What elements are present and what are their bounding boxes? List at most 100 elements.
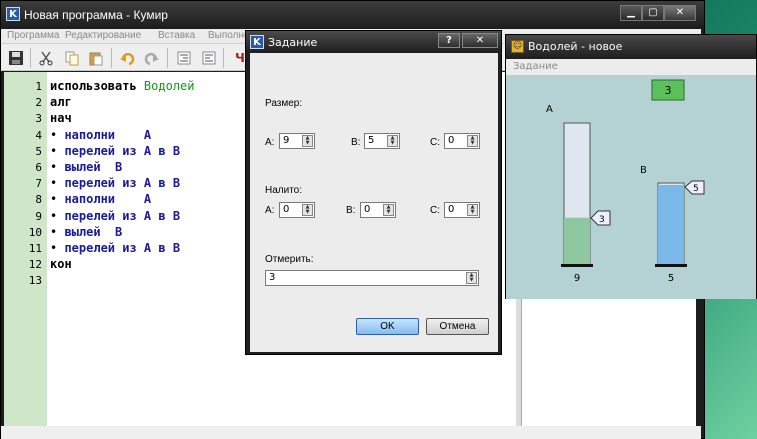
goal-value: 3 xyxy=(665,84,672,97)
spin-arrows-icon[interactable]: ▲ ▼ xyxy=(302,135,313,147)
cut-icon[interactable] xyxy=(35,48,57,68)
vessel-b-level: 5 xyxy=(693,184,699,194)
line-number: 4 xyxy=(35,128,42,142)
code-token: перелей из А в В xyxy=(64,241,181,255)
dialog-close-button[interactable]: ✕ xyxy=(462,33,498,48)
size-c-label: C: xyxy=(430,137,440,148)
kumir-app-icon: K xyxy=(6,7,20,21)
vodolei-window: ☺ Водолей - новое Задание 3 A 3 9 B 5 5 xyxy=(505,34,757,299)
vessel-b-base xyxy=(655,264,687,267)
line-number: 6 xyxy=(35,161,42,174)
code-token: • xyxy=(50,192,65,207)
filled-a-spinbox[interactable]: 0 ▲ ▼ xyxy=(279,202,315,218)
menu-run[interactable]: Выполне xyxy=(208,30,250,41)
vodolei-menu-task[interactable]: Задание xyxy=(513,61,558,72)
vodolei-app-icon: ☺ xyxy=(511,40,524,53)
vodolei-titlebar[interactable]: ☺ Водолей - новое xyxy=(506,35,756,59)
main-titlebar[interactable]: K Новая программа - Кумир ▁ ▢ ✕ xyxy=(1,1,704,31)
code-token: • xyxy=(50,176,65,191)
spin-arrows-icon[interactable]: ▲ ▼ xyxy=(467,204,478,216)
vessel-a-base xyxy=(561,264,593,267)
measure-label: Отмерить: xyxy=(265,254,314,265)
size-a-label: A: xyxy=(265,137,275,148)
size-label: Размер: xyxy=(265,98,303,109)
size-b-spinbox[interactable]: 5 ▲ ▼ xyxy=(364,133,400,149)
undo-icon[interactable] xyxy=(116,48,138,68)
main-window-title: Новая программа - Кумир xyxy=(24,8,168,22)
code-token: кон xyxy=(50,257,72,272)
measure-value: 3 xyxy=(269,272,276,283)
line-number: 5 xyxy=(35,144,42,158)
save-icon[interactable] xyxy=(5,48,27,68)
vessel-a-label: A xyxy=(546,104,553,115)
toolbar-separator xyxy=(167,48,168,68)
filled-c-value: 0 xyxy=(448,204,455,215)
dialog-titlebar[interactable]: K Задание ? ✕ xyxy=(246,31,501,53)
filled-c-label: C: xyxy=(430,205,440,216)
filled-b-label: B: xyxy=(346,205,356,216)
dialog-body: Размер: A: 9 ▲ ▼ B: 5 ▲ ▼ C: 0 ▲ ▼ Налито: … xyxy=(250,53,498,352)
paste-icon[interactable] xyxy=(85,48,107,68)
line-number: 7 xyxy=(35,177,42,191)
vodolei-canvas: 3 A 3 9 B 5 5 xyxy=(506,75,756,299)
spin-arrows-icon[interactable]: ▲ ▼ xyxy=(302,204,313,216)
filled-b-spinbox[interactable]: 0 ▲ ▼ xyxy=(360,202,396,218)
code-token: наполни А xyxy=(64,192,152,207)
line-number-gutter: 1 2 3 4 5 6 7 8 9 10 11 12 13 xyxy=(4,72,47,426)
vessel-b-capacity: 5 xyxy=(668,273,674,284)
close-button[interactable]: ✕ xyxy=(664,5,696,21)
size-c-spinbox[interactable]: 0 ▲ ▼ xyxy=(444,133,480,149)
vodolei-menubar: Задание xyxy=(506,59,756,75)
line-number: 3 xyxy=(35,112,42,126)
measure-spinbox[interactable]: 3 ▲ ▼ xyxy=(265,270,479,286)
filled-a-value: 0 xyxy=(283,204,290,215)
vessel-b-label: B xyxy=(640,165,647,176)
vessels-drawing: 3 A 3 9 B 5 5 xyxy=(546,79,705,284)
vodolei-window-title: Водолей - новое xyxy=(528,40,623,53)
code-token: использовать xyxy=(50,79,144,93)
task-dialog: K Задание ? ✕ Размер: A: 9 ▲ ▼ B: 5 ▲ ▼ C:… xyxy=(245,30,502,355)
copy-icon[interactable] xyxy=(61,48,83,68)
menu-edit[interactable]: Редактирование xyxy=(65,30,141,41)
spin-arrows-icon[interactable]: ▲ ▼ xyxy=(383,204,394,216)
line-number: 8 xyxy=(35,193,42,207)
size-b-label: B: xyxy=(351,137,361,148)
code-token: • xyxy=(50,160,65,174)
vessel-b-water xyxy=(658,185,684,265)
size-a-spinbox[interactable]: 9 ▲ ▼ xyxy=(279,133,315,149)
toolbar-separator xyxy=(111,48,112,68)
indent-icon[interactable] xyxy=(173,48,195,68)
dialog-app-icon: K xyxy=(250,35,264,49)
code-token: • xyxy=(50,127,65,142)
filled-b-value: 0 xyxy=(364,204,371,215)
line-number: 9 xyxy=(35,209,42,223)
size-b-value: 5 xyxy=(368,135,375,146)
code-token: перелей из А в В xyxy=(64,176,181,191)
line-number: 2 xyxy=(35,96,42,110)
size-c-value: 0 xyxy=(448,135,455,146)
menu-program[interactable]: Программа xyxy=(7,30,59,41)
code-token: • xyxy=(50,224,65,239)
code-token: нач xyxy=(50,111,72,126)
line-number: 13 xyxy=(28,274,42,288)
outdent-icon[interactable] xyxy=(198,48,220,68)
cancel-button[interactable]: Отмена xyxy=(426,318,489,335)
spin-arrows-icon[interactable]: ▲ ▼ xyxy=(387,135,398,147)
maximize-button[interactable]: ▢ xyxy=(642,5,664,21)
minimize-button[interactable]: ▁ xyxy=(620,5,642,21)
help-button[interactable]: ? xyxy=(438,33,460,48)
code-token: вылей В xyxy=(64,224,123,239)
toolbar-separator xyxy=(223,48,224,68)
code-token: • xyxy=(50,143,65,158)
spin-arrows-icon[interactable]: ▲ ▼ xyxy=(466,272,477,284)
ok-button[interactable]: OK xyxy=(356,318,419,335)
redo-icon[interactable] xyxy=(141,48,163,68)
menu-insert[interactable]: Вставка xyxy=(158,30,195,41)
filled-c-spinbox[interactable]: 0 ▲ ▼ xyxy=(444,202,480,218)
code-token: Водолей xyxy=(143,79,195,93)
status-bar xyxy=(1,426,701,439)
vessel-a-capacity: 9 xyxy=(574,273,580,284)
code-token: вылей В xyxy=(64,160,123,174)
spin-arrows-icon[interactable]: ▲ ▼ xyxy=(467,135,478,147)
filled-label: Налито: xyxy=(265,185,303,196)
